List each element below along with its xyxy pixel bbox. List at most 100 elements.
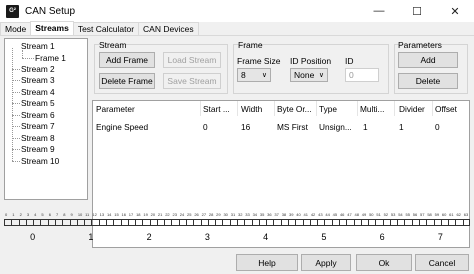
- bit-number: 30: [223, 212, 228, 217]
- byte-label: 7: [437, 232, 443, 242]
- window-title: CAN Setup: [25, 5, 76, 17]
- bit-tick: [302, 220, 304, 226]
- bit-tick: [244, 220, 246, 226]
- cell-parameter: Engine Speed: [96, 122, 149, 132]
- bit-tick: [411, 220, 413, 226]
- tree-item-stream-1[interactable]: Stream 1: [21, 41, 55, 51]
- tab-can-devices[interactable]: CAN Devices: [138, 22, 199, 35]
- parameters-group-label: Parameters: [398, 40, 442, 50]
- frame-size-value: 8: [241, 70, 246, 80]
- bit-number: 23: [172, 212, 177, 217]
- bit-number: 13: [99, 212, 105, 217]
- ok-button[interactable]: Ok: [356, 254, 412, 271]
- id-label: ID: [345, 56, 354, 66]
- close-icon[interactable]: ✕: [436, 0, 474, 22]
- tree-item-stream-10[interactable]: Stream 10: [21, 156, 59, 166]
- column-header-width[interactable]: Width: [241, 104, 262, 114]
- tree-item-stream-5[interactable]: Stream 5: [21, 98, 55, 108]
- byte-label: 6: [379, 232, 385, 242]
- help-button[interactable]: Help: [236, 254, 298, 271]
- tree-item-stream-9[interactable]: Stream 9: [21, 144, 55, 154]
- bit-number: 20: [150, 212, 156, 217]
- bit-tick: [273, 220, 275, 226]
- cell-offset: 0: [435, 122, 440, 132]
- cell-byte-order: MS First: [277, 122, 308, 132]
- bit-tick: [156, 220, 158, 226]
- tab-mode[interactable]: Mode: [0, 22, 32, 35]
- tree-item-frame-1[interactable]: Frame 1: [35, 53, 66, 63]
- delete-frame-button[interactable]: Delete Frame: [99, 73, 155, 89]
- cell-multiplier: 1: [363, 122, 368, 132]
- bit-number: 17: [128, 212, 134, 217]
- bit-tick: [280, 220, 282, 226]
- bit-tick: [251, 220, 253, 226]
- bit-number: 51: [376, 212, 381, 217]
- tab-test-calculator[interactable]: Test Calculator: [72, 22, 140, 35]
- stream-tree[interactable]: Stream 1 Frame 1 Stream 2 Stream 3 Strea…: [4, 38, 88, 200]
- column-header-start[interactable]: Start ...: [203, 104, 230, 114]
- column-header-multiplier[interactable]: Multi...: [360, 104, 384, 114]
- save-stream-button[interactable]: Save Stream: [163, 73, 221, 89]
- bit-tick: [469, 220, 470, 226]
- add-frame-button[interactable]: Add Frame: [99, 52, 155, 68]
- bit-number: 2: [19, 212, 22, 217]
- column-header-byte-order[interactable]: Byte Or...: [277, 104, 312, 114]
- bit-number: 55: [405, 212, 410, 217]
- frame-size-select[interactable]: 8 ∨: [237, 68, 271, 82]
- apply-button[interactable]: Apply: [301, 254, 351, 271]
- bit-bar: [4, 219, 470, 226]
- frame-size-label: Frame Size: [237, 56, 281, 66]
- bit-number: 11: [85, 212, 90, 217]
- cancel-button[interactable]: Cancel: [415, 254, 469, 271]
- bit-tick: [25, 220, 27, 226]
- maximize-icon[interactable]: ☐: [398, 0, 436, 22]
- column-divider: [432, 101, 433, 116]
- tree-item-stream-8[interactable]: Stream 8: [21, 133, 55, 143]
- chevron-down-icon: ∨: [261, 72, 267, 79]
- bit-tick: [33, 220, 35, 226]
- delete-parameter-button[interactable]: Delete: [398, 73, 458, 89]
- tree-item-stream-7[interactable]: Stream 7: [21, 121, 55, 131]
- minimize-icon[interactable]: —: [360, 0, 398, 22]
- bit-number: 49: [361, 212, 367, 217]
- tree-item-stream-2[interactable]: Stream 2: [21, 64, 55, 74]
- bit-number: 16: [121, 212, 126, 217]
- bit-number: 29: [216, 212, 221, 217]
- bit-number: 54: [398, 212, 403, 217]
- load-stream-button[interactable]: Load Stream: [163, 52, 221, 68]
- id-input[interactable]: 0: [345, 68, 379, 82]
- bit-tick: [295, 220, 297, 226]
- add-parameter-button[interactable]: Add: [398, 52, 458, 68]
- bit-number: 48: [354, 212, 359, 217]
- bit-number: 43: [318, 212, 323, 217]
- tab-streams[interactable]: Streams: [30, 21, 74, 35]
- column-header-type[interactable]: Type: [319, 104, 337, 114]
- bit-number: 5: [41, 212, 44, 217]
- column-divider: [394, 101, 395, 116]
- tree-item-stream-4[interactable]: Stream 4: [21, 87, 55, 97]
- chevron-down-icon: ∨: [318, 72, 324, 79]
- bit-tick: [98, 220, 100, 226]
- bit-tick: [317, 220, 319, 226]
- bit-tick: [455, 220, 457, 226]
- tree-item-stream-6[interactable]: Stream 6: [21, 110, 55, 120]
- column-header-divider[interactable]: Divider: [399, 104, 425, 114]
- bit-tick: [54, 220, 56, 226]
- tree-item-stream-3[interactable]: Stream 3: [21, 75, 55, 85]
- bit-tick: [76, 220, 78, 226]
- bit-number: 57: [420, 212, 425, 217]
- bit-number: 44: [325, 212, 330, 217]
- bit-number: 31: [230, 212, 236, 217]
- column-header-offset[interactable]: Offset: [435, 104, 457, 114]
- bit-number: 32: [238, 212, 243, 217]
- bit-number: 33: [245, 212, 250, 217]
- column-header-parameter[interactable]: Parameter: [96, 104, 135, 114]
- bit-number: 38: [281, 212, 287, 217]
- bit-number: 25: [187, 212, 192, 217]
- id-position-select[interactable]: None ∨: [290, 68, 328, 82]
- column-divider: [200, 101, 201, 116]
- column-divider: [274, 101, 275, 116]
- bit-number: 36: [267, 212, 272, 217]
- bit-tick: [186, 220, 188, 226]
- bit-tick: [229, 220, 231, 226]
